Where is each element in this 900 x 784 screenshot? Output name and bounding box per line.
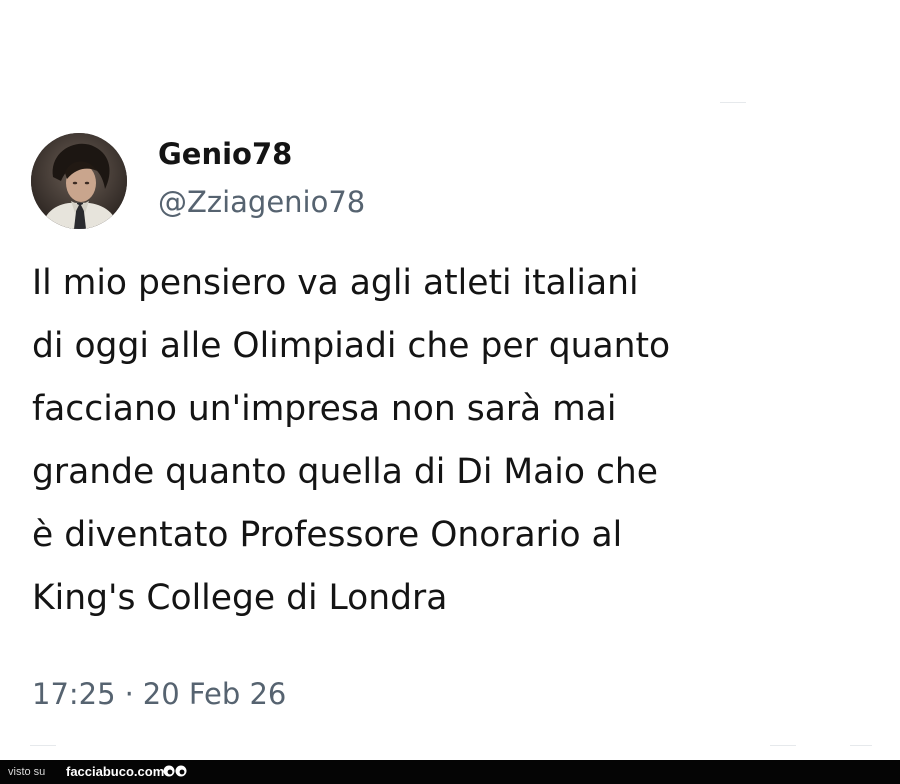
tweet-card: Genio78 @Zziagenio78 Il mio pensiero va … — [0, 0, 900, 760]
divider — [850, 745, 872, 746]
divider — [30, 745, 56, 746]
user-handle[interactable]: @Zziagenio78 — [158, 182, 365, 222]
tweet-text-line: è diventato Professore Onorario al — [32, 515, 623, 555]
profile-photo-icon — [31, 133, 127, 229]
tweet-time: 17:25 — [32, 677, 116, 711]
divider — [770, 745, 796, 746]
footer-label: visto su — [8, 766, 46, 778]
meta-separator: · — [124, 677, 134, 711]
tweet-timestamp[interactable]: 17:25 · 20 Feb 26 — [32, 672, 286, 716]
divider — [720, 102, 746, 103]
footer-brand[interactable]: facciabuco.com — [66, 763, 164, 780]
tweet-text: Il mio pensiero va agli atleti italiani … — [32, 252, 872, 630]
tweet-text-line: Il mio pensiero va agli atleti italiani — [32, 263, 639, 303]
tweet-date: 20 Feb 26 — [142, 677, 287, 711]
avatar[interactable] — [31, 133, 127, 229]
tweet-text-line: King's College di Londra — [32, 578, 448, 618]
tweet-text-line: di oggi alle Olimpiadi che per quanto — [32, 326, 671, 366]
eyes-icon — [163, 765, 187, 777]
display-name[interactable]: Genio78 — [158, 134, 292, 174]
watermark-footer: visto su facciabuco.com — [0, 760, 900, 784]
tweet-text-line: facciano un'impresa non sarà mai — [32, 389, 617, 429]
tweet-text-line: grande quanto quella di Di Maio che — [32, 452, 659, 492]
